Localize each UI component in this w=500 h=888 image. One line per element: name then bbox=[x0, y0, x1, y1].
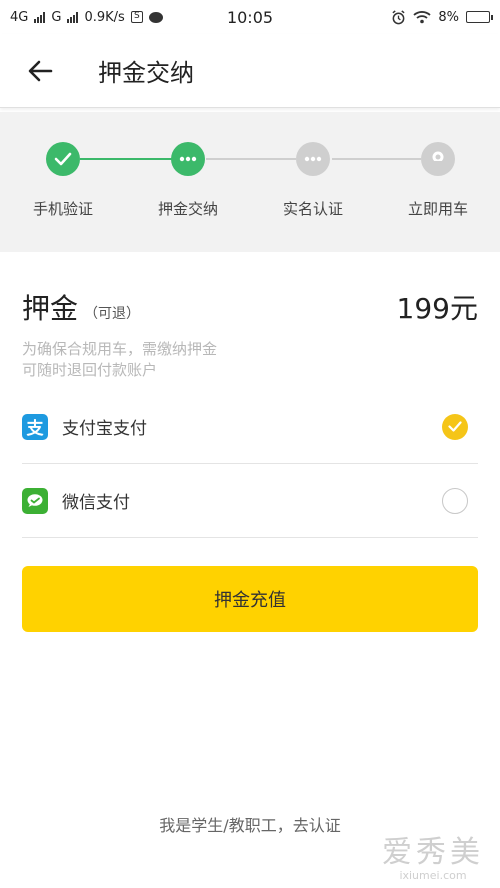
progress-steps: 手机验证 押金交纳 实名认证 立即用车 bbox=[0, 112, 500, 252]
step-realname: 实名认证 bbox=[258, 142, 368, 219]
step-label: 实名认证 bbox=[282, 200, 343, 218]
clock: 10:05 bbox=[226, 7, 274, 27]
step-deposit: 押金交纳 bbox=[133, 142, 243, 219]
wechat-icon bbox=[22, 487, 48, 514]
step-label: 押金交纳 bbox=[157, 200, 218, 218]
alipay-icon: 支 bbox=[22, 413, 48, 440]
deposit-amount: 199元 bbox=[396, 292, 478, 325]
step-label: 手机验证 bbox=[32, 200, 93, 218]
map-pin-icon bbox=[421, 142, 455, 176]
deposit-note-line: 为确保合规用车，需缴纳押金 bbox=[22, 340, 218, 358]
more-dots-icon bbox=[171, 142, 205, 176]
network-type-2: G bbox=[51, 9, 62, 25]
arrow-left-icon bbox=[28, 60, 53, 81]
watermark: 爱秀美 ixiumei.com bbox=[382, 827, 484, 882]
signal-icon-2 bbox=[67, 11, 79, 23]
payment-option-wechat[interactable]: 微信支付 bbox=[22, 464, 478, 538]
payment-option-alipay[interactable]: 支 支付宝支付 bbox=[22, 390, 478, 464]
unselected-radio-icon[interactable] bbox=[442, 487, 468, 514]
battery-icon bbox=[466, 11, 493, 23]
deposit-recharge-button[interactable]: 押金充值 bbox=[22, 566, 478, 632]
signal-icon bbox=[34, 11, 46, 23]
chat-bubble-icon bbox=[148, 11, 163, 23]
alarm-icon bbox=[392, 9, 405, 24]
check-icon bbox=[46, 142, 80, 176]
payment-name: 微信支付 bbox=[62, 493, 130, 513]
battery-percent: 8% bbox=[438, 9, 459, 25]
s-box-icon: S bbox=[130, 11, 143, 23]
selected-check-icon[interactable] bbox=[442, 413, 468, 440]
step-ride: 立即用车 bbox=[383, 142, 493, 219]
refundable-tag: （可退） bbox=[84, 306, 141, 322]
step-label: 立即用车 bbox=[407, 200, 468, 218]
step-phone-verify: 手机验证 bbox=[8, 142, 118, 219]
status-bar: 4G G 0.9K/s S 10:05 8% bbox=[0, 0, 500, 34]
page-title: 押金交纳 bbox=[98, 59, 194, 87]
watermark-main: 爱秀美 bbox=[382, 835, 484, 870]
network-speed: 0.9K/s bbox=[84, 9, 125, 25]
deposit-note-line: 可随时退回付款账户 bbox=[22, 361, 158, 379]
deposit-title: 押金 bbox=[22, 292, 79, 325]
payment-name: 支付宝支付 bbox=[62, 419, 147, 439]
back-button[interactable] bbox=[22, 53, 58, 89]
more-dots-icon bbox=[296, 142, 330, 176]
wifi-icon bbox=[413, 11, 431, 24]
network-type-1: 4G bbox=[10, 9, 29, 25]
deposit-section: 押金 （可退） 199元 为确保合规用车，需缴纳押金 可随时退回付款账户 bbox=[22, 287, 478, 381]
app-bar: 押金交纳 bbox=[0, 34, 500, 108]
